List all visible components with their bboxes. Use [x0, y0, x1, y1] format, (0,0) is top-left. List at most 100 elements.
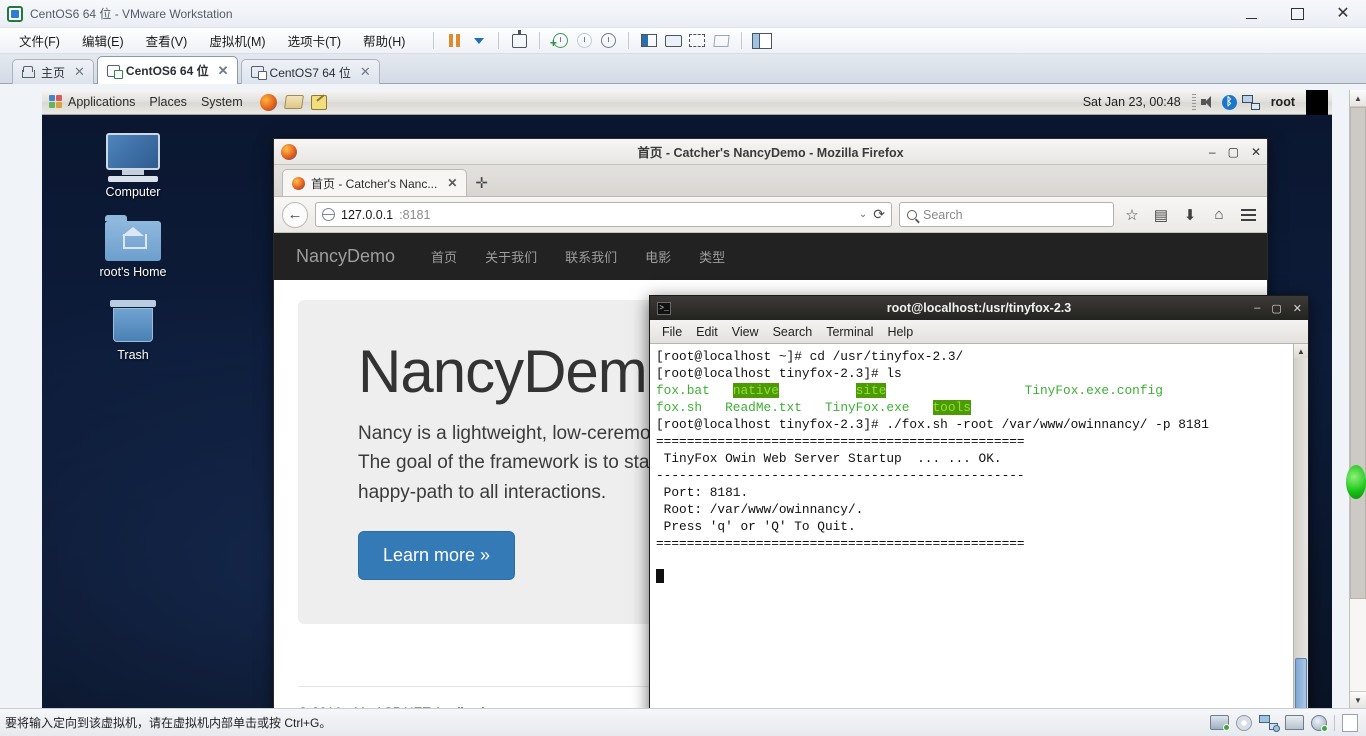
applications-menu[interactable]: Applications	[42, 93, 142, 112]
terminal-scrollbar[interactable]: ▲ ▼	[1293, 344, 1308, 708]
close-icon[interactable]: ✕	[74, 64, 85, 80]
site-nav-contact[interactable]: 联系我们	[551, 247, 631, 266]
vmware-menubar: 文件(F) 编辑(E) 查看(V) 虚拟机(M) 选项卡(T) 帮助(H) +	[0, 28, 1366, 54]
close-icon[interactable]: ✕	[360, 64, 371, 80]
back-button[interactable]: ←	[282, 201, 308, 228]
terminal-menu-view[interactable]: View	[725, 323, 766, 341]
search-input[interactable]: Search	[899, 202, 1114, 227]
reload-icon[interactable]: ⟳	[873, 206, 885, 223]
menu-icon[interactable]	[1237, 203, 1259, 227]
scroll-up-icon[interactable]: ▲	[1350, 90, 1366, 107]
desktop-icon-computer[interactable]: Computer	[78, 133, 188, 199]
terminal-output[interactable]: [root@localhost ~]# cd /usr/tinyfox-2.3/…	[650, 344, 1293, 708]
green-indicator-orb	[1346, 465, 1366, 499]
network-icon[interactable]	[1241, 94, 1260, 110]
terminal-menu-terminal[interactable]: Terminal	[819, 323, 880, 341]
volume-icon[interactable]	[1200, 95, 1217, 109]
take-snapshot-button[interactable]: +	[549, 31, 571, 51]
firefox-maximize-button[interactable]: ▢	[1228, 145, 1239, 159]
scroll-up-icon[interactable]: ▲	[1294, 344, 1308, 358]
guest-screen-scrollbar[interactable]: ▲ ▼	[1346, 90, 1366, 708]
menu-edit[interactable]: 编辑(E)	[71, 28, 135, 53]
firefox-tab[interactable]: 首页 - Catcher's Nanc... ✕	[282, 169, 468, 196]
home-icon[interactable]: ⌂	[1208, 203, 1230, 227]
menu-file[interactable]: 文件(F)	[8, 28, 71, 53]
show-sidebar-button[interactable]	[638, 31, 660, 51]
terminal-menu-file[interactable]: File	[655, 323, 689, 341]
site-brand[interactable]: NancyDemo	[296, 246, 417, 267]
vm-tab-centos7[interactable]: CentOS7 64 位 ✕	[240, 59, 380, 84]
vmware-close-button[interactable]: ✕	[1320, 0, 1366, 28]
snapshot-button[interactable]	[508, 29, 530, 51]
printer-status-icon[interactable]	[1285, 715, 1304, 730]
scrollbar-thumb[interactable]	[1295, 658, 1307, 708]
toolbar-separator	[741, 32, 743, 49]
menu-view[interactable]: 查看(V)	[135, 28, 199, 53]
learn-more-button[interactable]: Learn more »	[358, 531, 516, 581]
desktop-icon-root-home[interactable]: root's Home	[78, 215, 188, 279]
places-menu[interactable]: Places	[142, 93, 194, 111]
revert-snapshot-button[interactable]	[573, 31, 595, 51]
menu-tabs[interactable]: 选项卡(T)	[277, 28, 352, 53]
terminal-minimize-button[interactable]: –	[1254, 302, 1260, 314]
terminal-menu-search[interactable]: Search	[766, 323, 820, 341]
firefox-launcher-icon[interactable]	[259, 93, 277, 111]
close-icon[interactable]: ✕	[447, 176, 457, 190]
terminal-maximize-button[interactable]: ▢	[1271, 302, 1281, 315]
terminal-line: fox.bat native site TinyFox.exe.config	[656, 382, 1287, 399]
unity-mode-button[interactable]	[710, 31, 732, 51]
text-editor-launcher-icon[interactable]	[310, 94, 327, 110]
terminal-body[interactable]: [root@localhost ~]# cd /usr/tinyfox-2.3/…	[650, 344, 1308, 708]
message-log-icon[interactable]	[1342, 713, 1358, 732]
fullscreen-button[interactable]	[686, 31, 708, 51]
panel-launchers	[259, 93, 327, 111]
scrollbar-thumb[interactable]	[1350, 107, 1366, 599]
vm-tab-centos6[interactable]: CentOS6 64 位 ✕	[96, 56, 238, 84]
downloads-icon[interactable]: ⬇	[1179, 203, 1201, 227]
system-menu[interactable]: System	[194, 93, 250, 111]
site-nav-genres[interactable]: 类型	[685, 247, 739, 266]
sound-status-icon[interactable]	[1311, 714, 1328, 732]
firefox-minimize-button[interactable]: –	[1209, 145, 1216, 159]
vmware-minimize-button[interactable]	[1228, 0, 1274, 28]
menu-help[interactable]: 帮助(H)	[352, 28, 416, 53]
site-nav-about[interactable]: 关于我们	[471, 247, 551, 266]
snapshot-manager-button[interactable]	[597, 31, 619, 51]
menu-vm[interactable]: 虚拟机(M)	[198, 28, 276, 53]
home-folder-icon	[105, 215, 161, 261]
url-bar[interactable]: 127.0.0.1:8181 ⌄ ⟳	[315, 202, 892, 227]
gnome-desktop[interactable]: Computer root's Home Trash 首页 - Catcher'…	[42, 115, 1332, 708]
panel-username[interactable]: root	[1265, 93, 1301, 111]
vm-tab-label: CentOS7 64 位	[269, 65, 351, 80]
panel-clock[interactable]: Sat Jan 23, 00:48	[1077, 93, 1187, 111]
scroll-down-icon[interactable]: ▼	[1350, 691, 1366, 708]
help-launcher-icon[interactable]	[283, 95, 304, 109]
guest-os-screen[interactable]: Applications Places System Sat Jan 23, 0…	[42, 90, 1332, 708]
firefox-close-button[interactable]: ✕	[1251, 145, 1261, 159]
terminal-window[interactable]: >_ root@localhost:/usr/tinyfox-2.3 – ▢ ✕…	[649, 295, 1309, 708]
close-icon[interactable]: ✕	[218, 63, 229, 79]
site-nav-movies[interactable]: 电影	[631, 247, 685, 266]
bluetooth-icon[interactable]: ᛒ	[1221, 94, 1237, 110]
desktop-icon-trash[interactable]: Trash	[78, 300, 188, 362]
pause-vm-button[interactable]	[443, 31, 465, 51]
new-tab-button[interactable]: ✛	[467, 174, 496, 196]
tray-handle[interactable]	[1191, 94, 1196, 110]
reader-view-icon[interactable]: ▤	[1150, 203, 1172, 227]
show-console-button[interactable]	[662, 31, 684, 51]
bookmark-star-icon[interactable]: ☆	[1121, 203, 1143, 227]
vm-tab-home[interactable]: 主页 ✕	[12, 59, 94, 84]
network-status-icon[interactable]	[1259, 715, 1280, 732]
chevron-down-icon[interactable]: ⌄	[859, 209, 867, 220]
terminal-menu-help[interactable]: Help	[880, 323, 920, 341]
terminal-close-button[interactable]: ✕	[1293, 302, 1302, 315]
vmware-maximize-button[interactable]	[1274, 0, 1320, 28]
vm-library-button[interactable]	[751, 31, 773, 51]
terminal-menu-edit[interactable]: Edit	[689, 323, 725, 341]
home-icon	[22, 66, 35, 78]
power-dropdown-caret-icon[interactable]	[467, 31, 489, 51]
cdrom-status-icon[interactable]	[1236, 714, 1252, 731]
site-nav-home[interactable]: 首页	[417, 247, 471, 266]
hard-disk-status-icon[interactable]	[1210, 715, 1230, 731]
scrollbar-track[interactable]	[1346, 107, 1366, 691]
